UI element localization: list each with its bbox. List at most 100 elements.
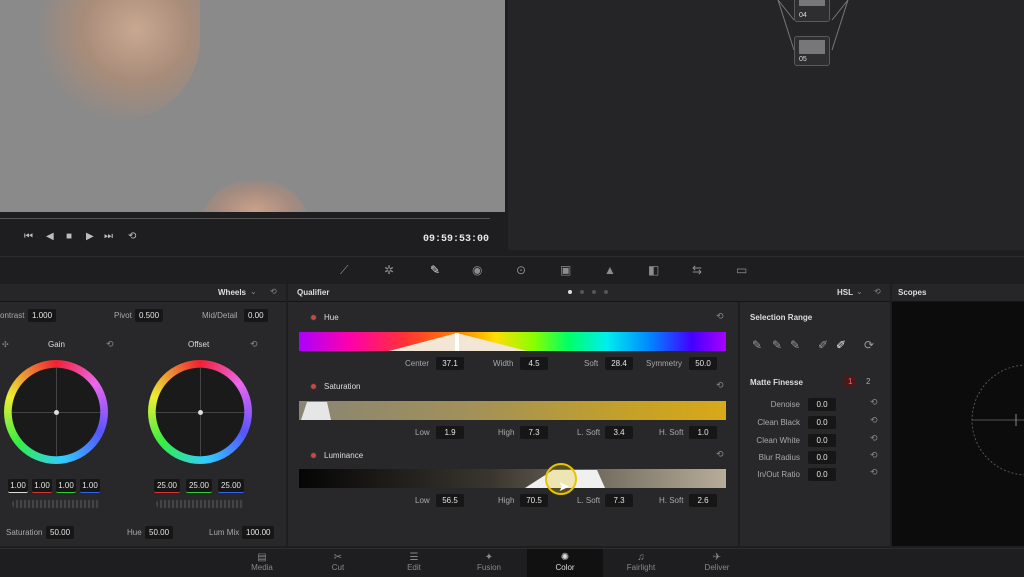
in-out-ratio-field[interactable]: 0.0 [808, 468, 836, 481]
feather-plus-icon[interactable]: ✐ [836, 338, 846, 352]
denoise-field[interactable]: 0.0 [808, 398, 836, 411]
picker-minus-icon[interactable]: ✎ [772, 338, 782, 352]
nav-color[interactable]: ✺ Color [527, 549, 603, 577]
offset-red-field[interactable]: 25.00 [154, 479, 180, 493]
clean-white-reset-icon[interactable]: ⟲ [870, 433, 878, 444]
blur-radius-reset-icon[interactable]: ⟲ [870, 450, 878, 461]
nav-edit[interactable]: ☰ Edit [376, 549, 452, 577]
window-icon[interactable]: ◉ [472, 263, 482, 277]
page-dot[interactable] [592, 290, 596, 294]
go-to-start-icon[interactable]: ⏮ [24, 231, 33, 242]
hue-reset-icon[interactable]: ⟲ [716, 311, 724, 322]
gain-red-field[interactable]: 1.00 [32, 479, 52, 493]
offset-wheel[interactable] [148, 360, 252, 464]
luminance-high-field[interactable]: 70.5 [520, 494, 548, 507]
middetail-field[interactable]: 0.00 [244, 309, 268, 322]
nav-fairlight[interactable]: ♫ Fairlight [603, 549, 679, 577]
chevron-down-icon[interactable]: ⌄ [856, 287, 863, 296]
node-editor[interactable]: 04 05 [508, 0, 1024, 250]
loop-icon[interactable]: ⟲ [128, 231, 136, 242]
picker-icon[interactable]: ✎ [752, 338, 762, 352]
gain-blue-field[interactable]: 1.00 [80, 479, 100, 493]
luminance-range-bar[interactable] [299, 469, 726, 488]
clean-black-field[interactable]: 0.0 [808, 416, 836, 429]
play-icon[interactable]: ▶ [86, 231, 94, 242]
picker-plus-icon[interactable]: ✎ [790, 338, 800, 352]
nav-deliver[interactable]: ✈ Deliver [679, 549, 755, 577]
saturation-field[interactable]: 50.00 [46, 526, 75, 539]
wheels-mode-dropdown[interactable]: Wheels [218, 288, 246, 297]
invert-icon[interactable]: ⟳ [864, 338, 874, 352]
luminance-reset-icon[interactable]: ⟲ [716, 449, 724, 460]
tracker-icon[interactable]: ⊙ [516, 263, 526, 277]
offset-blue-field[interactable]: 25.00 [218, 479, 244, 493]
offset-reset-icon[interactable]: ⟲ [250, 339, 258, 350]
color-warper-icon[interactable]: ✲ [384, 263, 394, 277]
page-dot[interactable] [580, 290, 584, 294]
gain-green-field[interactable]: 1.00 [56, 479, 76, 493]
blur-radius-field[interactable]: 0.0 [808, 451, 836, 464]
saturation-reset-icon[interactable]: ⟲ [716, 380, 724, 391]
reset-icon[interactable]: ⟲ [874, 287, 881, 296]
saturation-lsoft-field[interactable]: 3.4 [605, 426, 633, 439]
qualifier-mode-dropdown[interactable]: HSL [837, 288, 853, 297]
hue-label: Hue [127, 528, 142, 537]
blur-icon[interactable]: ▲ [604, 263, 616, 277]
gain-reset-icon[interactable]: ⟲ [106, 339, 114, 350]
qualifier-icon[interactable]: ✎ [430, 263, 440, 277]
feather-minus-icon[interactable]: ✐ [818, 338, 828, 352]
step-back-icon[interactable]: ◀ [46, 231, 54, 242]
color-node[interactable]: 05 [794, 36, 830, 66]
chevron-down-icon[interactable]: ⌄ [250, 287, 257, 296]
denoise-reset-icon[interactable]: ⟲ [870, 397, 878, 408]
page-dot[interactable] [568, 290, 572, 294]
hue-range-bar[interactable] [299, 332, 726, 351]
hue-symmetry-label: Symmetry [646, 359, 682, 368]
magic-mask-icon[interactable]: ▣ [560, 263, 571, 277]
curves-icon[interactable]: ⟋ [340, 263, 348, 278]
offset-green-field[interactable]: 25.00 [186, 479, 212, 493]
matte-tab-2[interactable]: 2 [862, 376, 874, 387]
saturation-toggle[interactable] [310, 383, 317, 390]
offset-master-wheel[interactable] [156, 500, 244, 508]
nav-cut[interactable]: ✂ Cut [300, 549, 376, 577]
go-to-end-icon[interactable]: ⏭ [104, 231, 113, 242]
luminance-lsoft-field[interactable]: 7.3 [605, 494, 633, 507]
gain-master-field[interactable]: 1.00 [8, 479, 28, 493]
hue-width-field[interactable]: 4.5 [520, 357, 548, 370]
key-icon[interactable]: ◧ [648, 263, 659, 277]
saturation-range-bar[interactable] [299, 401, 726, 420]
hue-soft-field[interactable]: 28.4 [605, 357, 633, 370]
hue-field[interactable]: 50.00 [145, 526, 174, 539]
nav-media[interactable]: ▤ Media [224, 549, 300, 577]
3d-icon[interactable]: ▭ [736, 263, 747, 277]
page-dot[interactable] [604, 290, 608, 294]
lum-mix-field[interactable]: 100.00 [242, 526, 275, 539]
clean-black-reset-icon[interactable]: ⟲ [870, 415, 878, 426]
vectorscope [971, 364, 1024, 476]
hue-center-field[interactable]: 37.1 [436, 357, 464, 370]
saturation-low-field[interactable]: 1.9 [436, 426, 464, 439]
picker-icon[interactable]: ✣ [2, 340, 9, 349]
video-viewer[interactable] [0, 0, 505, 212]
nav-fusion[interactable]: ✦ Fusion [451, 549, 527, 577]
hue-toggle[interactable] [310, 314, 317, 321]
saturation-hsoft-field[interactable]: 1.0 [689, 426, 717, 439]
sizing-icon[interactable]: ⇆ [692, 263, 702, 277]
timeline-scrubber[interactable] [0, 212, 505, 222]
gain-master-wheel[interactable] [12, 500, 100, 508]
luminance-hsoft-field[interactable]: 2.6 [689, 494, 717, 507]
reset-icon[interactable]: ⟲ [270, 287, 277, 296]
in-out-ratio-reset-icon[interactable]: ⟲ [870, 467, 878, 478]
color-node[interactable]: 04 [794, 0, 830, 22]
saturation-high-field[interactable]: 7.3 [520, 426, 548, 439]
hue-symmetry-field[interactable]: 50.0 [689, 357, 717, 370]
gain-wheel[interactable] [4, 360, 108, 464]
stop-icon[interactable]: ■ [66, 231, 72, 242]
pivot-field[interactable]: 0.500 [135, 309, 164, 322]
luminance-toggle[interactable] [310, 452, 317, 459]
clean-white-field[interactable]: 0.0 [808, 434, 836, 447]
contrast-field[interactable]: 1.000 [28, 309, 57, 322]
luminance-low-field[interactable]: 56.5 [436, 494, 464, 507]
matte-tab-1[interactable]: 1 [844, 376, 857, 387]
